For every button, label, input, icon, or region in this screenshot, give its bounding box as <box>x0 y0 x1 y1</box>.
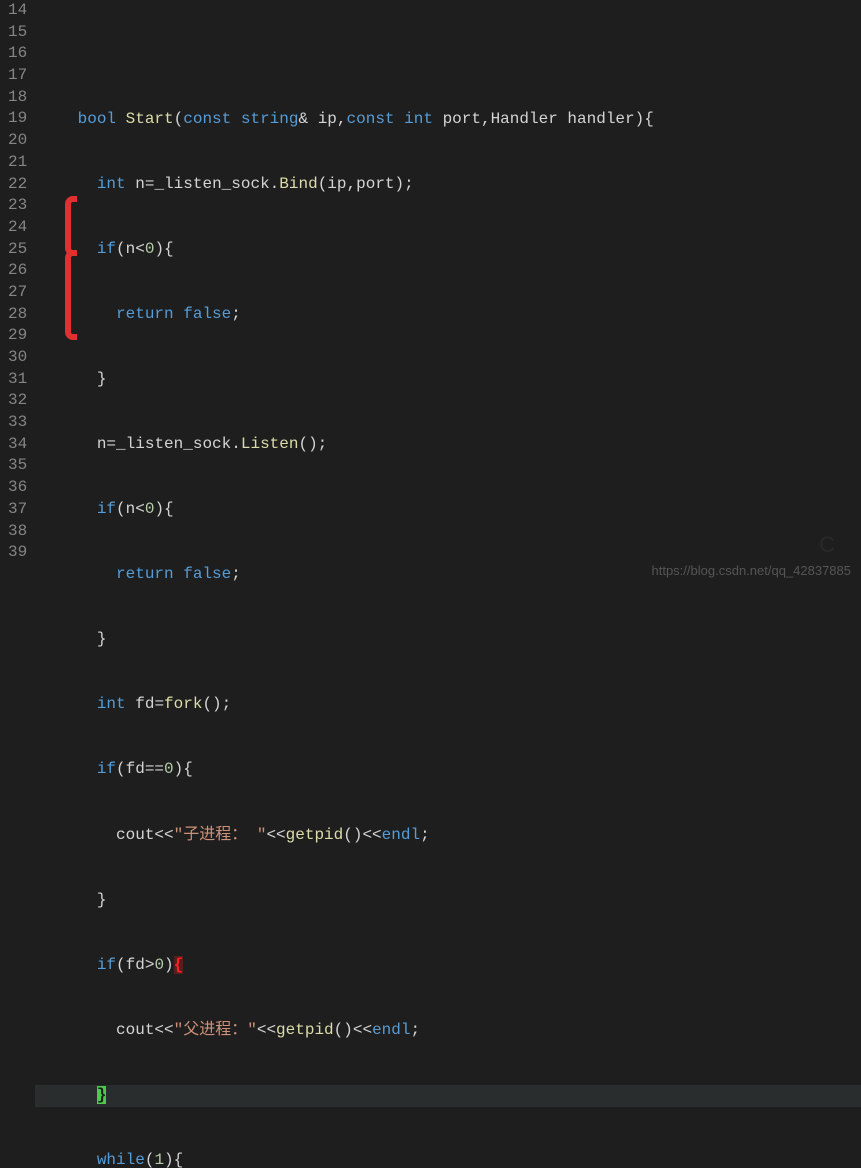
line-number: 29 <box>8 325 27 347</box>
code-line: return false; <box>39 304 861 326</box>
code-editor[interactable]: 1415161718192021222324252627282930313233… <box>0 0 861 584</box>
line-number: 35 <box>8 455 27 477</box>
line-number: 20 <box>8 130 27 152</box>
code-line: } <box>39 629 861 651</box>
watermark-text: https://blog.csdn.net/qq_42837885 <box>652 563 852 578</box>
code-line: cout<<"子进程： "<<getpid()<<endl; <box>39 825 861 847</box>
code-area[interactable]: bool Start(const string& ip,const int po… <box>39 0 861 584</box>
code-line: } <box>39 369 861 391</box>
code-line: while(1){ <box>39 1150 861 1168</box>
line-number: 39 <box>8 542 27 564</box>
line-number: 19 <box>8 108 27 130</box>
line-number: 37 <box>8 499 27 521</box>
line-number: 28 <box>8 304 27 326</box>
line-number: 25 <box>8 239 27 261</box>
line-gutter: 1415161718192021222324252627282930313233… <box>0 0 39 584</box>
code-line: int fd=fork(); <box>39 694 861 716</box>
line-number: 23 <box>8 195 27 217</box>
code-line: cout<<"父进程："<<getpid()<<endl; <box>39 1020 861 1042</box>
line-number: 26 <box>8 260 27 282</box>
fold-marker-icon <box>65 250 77 340</box>
code-line-active: } <box>35 1085 861 1107</box>
line-number: 21 <box>8 152 27 174</box>
line-number: 24 <box>8 217 27 239</box>
line-number: 16 <box>8 43 27 65</box>
line-number: 17 <box>8 65 27 87</box>
line-number: 15 <box>8 22 27 44</box>
fold-marker-icon <box>65 196 77 256</box>
line-number: 14 <box>8 0 27 22</box>
line-number: 38 <box>8 521 27 543</box>
code-line: n=_listen_sock.Listen(); <box>39 434 861 456</box>
code-line: if(n<0){ <box>39 239 861 261</box>
watermark-icon: C <box>819 532 835 558</box>
line-number: 27 <box>8 282 27 304</box>
line-number: 33 <box>8 412 27 434</box>
line-number: 36 <box>8 477 27 499</box>
code-line: } <box>39 890 861 912</box>
code-line: if(fd==0){ <box>39 759 861 781</box>
code-line: bool Start(const string& ip,const int po… <box>39 109 861 131</box>
line-number: 18 <box>8 87 27 109</box>
line-number: 31 <box>8 369 27 391</box>
code-line: if(fd>0){ <box>39 955 861 977</box>
line-number: 30 <box>8 347 27 369</box>
line-number: 32 <box>8 390 27 412</box>
line-number: 34 <box>8 434 27 456</box>
code-line: int n=_listen_sock.Bind(ip,port); <box>39 174 861 196</box>
code-line: if(n<0){ <box>39 499 861 521</box>
line-number: 22 <box>8 174 27 196</box>
